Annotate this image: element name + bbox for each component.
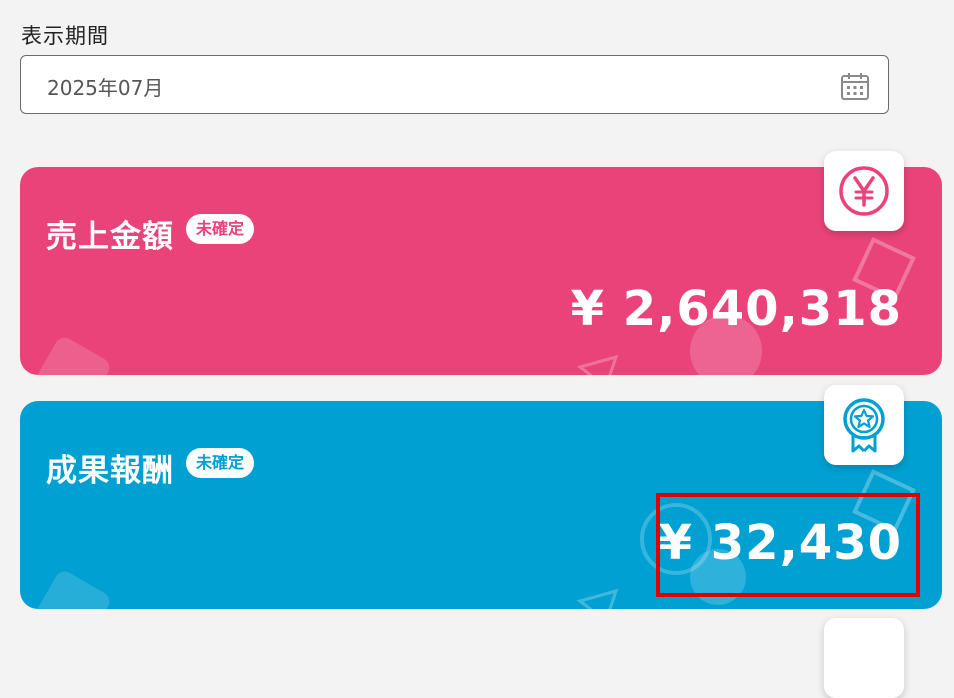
award-icon-tile — [824, 385, 904, 465]
sales-title: 売上金額 — [46, 219, 174, 255]
award-ribbon-icon — [843, 398, 885, 453]
highlight-box — [656, 493, 920, 597]
sales-amount-card: 売上金額 未確定 ¥ 2,640,318 — [20, 167, 942, 375]
next-card-icon-tile — [824, 618, 904, 698]
period-input[interactable]: 2025年07月 — [20, 55, 889, 114]
period-label: 表示期間 — [21, 24, 109, 48]
unconfirmed-badge: 未確定 — [186, 214, 255, 244]
reward-title: 成果報酬 — [46, 453, 174, 489]
yen-icon-tile — [824, 151, 904, 231]
unconfirmed-badge: 未確定 — [186, 448, 255, 478]
calendar-icon[interactable] — [840, 71, 870, 101]
sales-amount: ¥ 2,640,318 — [570, 281, 902, 337]
yen-icon — [839, 166, 889, 216]
decorative-shapes — [34, 237, 916, 375]
period-value: 2025年07月 — [47, 76, 164, 100]
